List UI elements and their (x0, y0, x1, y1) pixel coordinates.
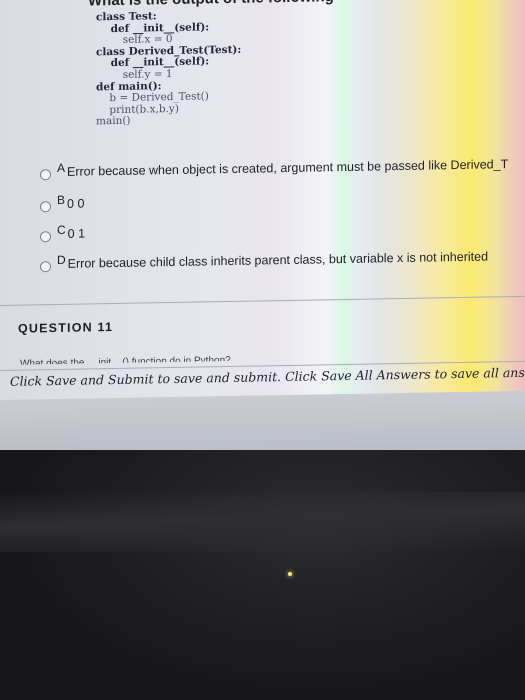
quiz-screen: What is the output of the following clas… (0, 0, 525, 471)
radio-button[interactable] (40, 231, 51, 243)
option-letter: D (57, 252, 66, 268)
monitor-edge (0, 492, 525, 552)
power-led-icon (288, 572, 292, 576)
option-letter: C (57, 222, 66, 238)
question-title: QUESTION 11 (18, 320, 114, 336)
option-b[interactable]: B 0 0 (40, 193, 85, 213)
option-d[interactable]: D Error because child class inherits par… (40, 249, 489, 273)
question-prompt-next: What does the __init__() function do in … (20, 354, 231, 365)
option-text: Error because when object is created, ar… (67, 157, 509, 179)
radio-button[interactable] (40, 261, 51, 273)
option-letter: B (57, 192, 66, 208)
code-block: class Test: def __init__(self): self.x =… (96, 10, 241, 128)
radio-button[interactable] (40, 169, 51, 181)
code-line: main() (96, 115, 131, 128)
option-c[interactable]: C 0 1 (40, 223, 86, 243)
option-text: 0 1 (67, 226, 86, 241)
question-prompt: What is the output of the following (88, 0, 334, 9)
option-letter: A (57, 160, 66, 176)
section-divider (0, 295, 525, 306)
option-text: 0 0 (67, 196, 85, 211)
monitor-bezel (0, 450, 525, 700)
radio-button[interactable] (40, 201, 51, 213)
option-text: Error because child class inherits paren… (67, 249, 489, 271)
option-a[interactable]: A Error because when object is created, … (40, 157, 509, 181)
